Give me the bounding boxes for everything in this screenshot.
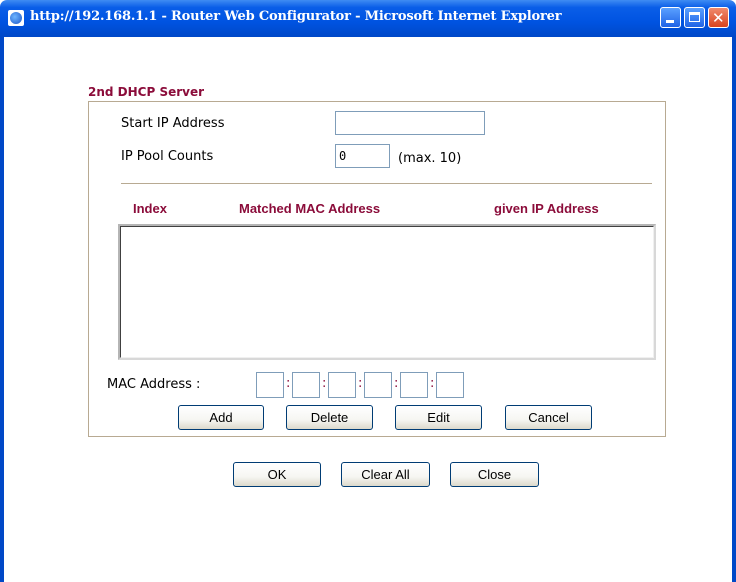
window-frame-right bbox=[732, 37, 736, 582]
ie-icon bbox=[8, 10, 24, 26]
title-bar: http://192.168.1.1 - Router Web Configur… bbox=[0, 0, 736, 37]
mac-separator: : bbox=[286, 376, 291, 391]
edit-button[interactable]: Edit bbox=[395, 405, 482, 430]
close-window-button[interactable] bbox=[708, 7, 729, 28]
maximize-button[interactable] bbox=[684, 7, 705, 28]
column-index: Index bbox=[133, 201, 167, 216]
ok-button[interactable]: OK bbox=[233, 462, 321, 487]
ip-pool-input[interactable] bbox=[335, 144, 390, 168]
mac-separator: : bbox=[430, 376, 435, 391]
ip-pool-label: IP Pool Counts bbox=[121, 149, 214, 164]
mapping-list[interactable] bbox=[118, 224, 656, 360]
minimize-button[interactable] bbox=[660, 7, 681, 28]
mac-octet-5[interactable] bbox=[400, 372, 428, 398]
dhcp-panel: Start IP Address IP Pool Counts (max. 10… bbox=[88, 101, 666, 437]
clear-all-button[interactable]: Clear All bbox=[341, 462, 430, 487]
mac-separator: : bbox=[358, 376, 363, 391]
section-title: 2nd DHCP Server bbox=[88, 85, 205, 99]
column-matched-mac: Matched MAC Address bbox=[239, 201, 381, 216]
column-given-ip: given IP Address bbox=[494, 201, 599, 216]
add-button[interactable]: Add bbox=[178, 405, 264, 430]
close-button[interactable]: Close bbox=[450, 462, 539, 487]
ip-pool-hint: (max. 10) bbox=[398, 151, 462, 166]
window-frame-left bbox=[0, 37, 4, 582]
mac-octet-6[interactable] bbox=[436, 372, 464, 398]
divider bbox=[121, 183, 652, 184]
delete-button[interactable]: Delete bbox=[286, 405, 373, 430]
cancel-button[interactable]: Cancel bbox=[505, 405, 592, 430]
mac-octet-2[interactable] bbox=[292, 372, 320, 398]
mac-octet-3[interactable] bbox=[328, 372, 356, 398]
start-ip-label: Start IP Address bbox=[121, 116, 225, 131]
start-ip-input[interactable] bbox=[335, 111, 485, 135]
browser-window: http://192.168.1.1 - Router Web Configur… bbox=[0, 0, 736, 582]
mac-address-label: MAC Address : bbox=[107, 377, 201, 392]
mac-separator: : bbox=[394, 376, 399, 391]
window-title: http://192.168.1.1 - Router Web Configur… bbox=[30, 9, 562, 24]
mac-octet-4[interactable] bbox=[364, 372, 392, 398]
mac-octet-1[interactable] bbox=[256, 372, 284, 398]
mac-separator: : bbox=[322, 376, 327, 391]
